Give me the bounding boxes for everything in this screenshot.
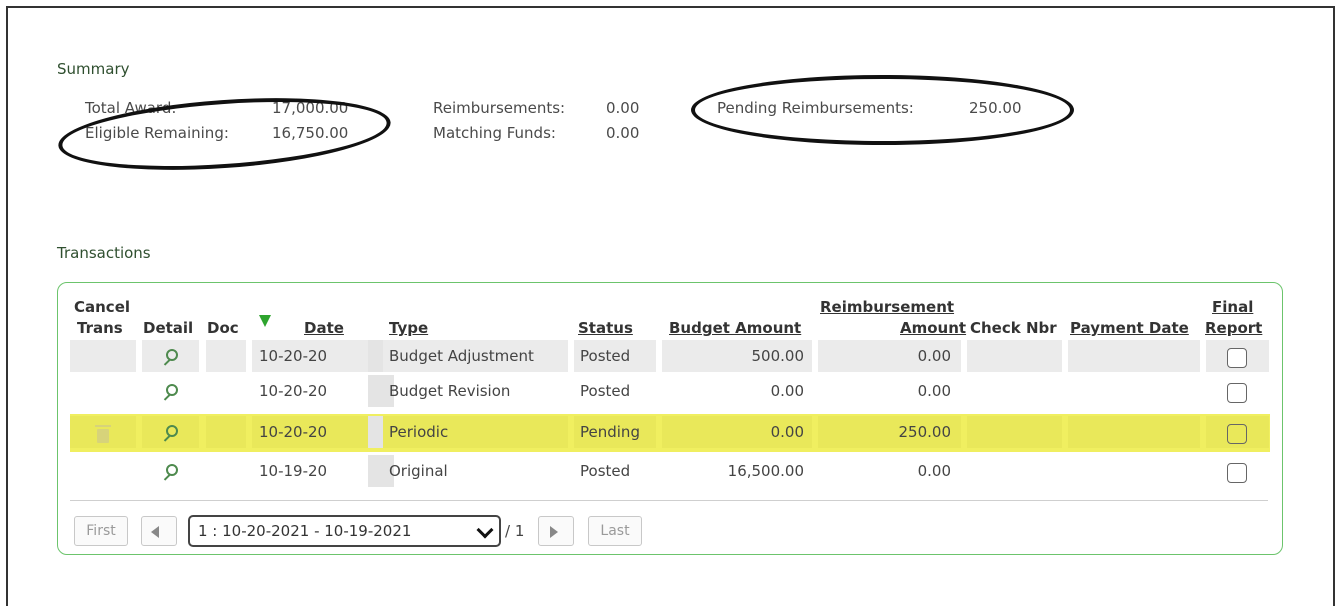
date-cell: 10-20-20 (252, 416, 377, 448)
reimbursement-amount-cell: 250.00 (818, 416, 961, 448)
budget-amount-cell: 0.00 (662, 416, 812, 448)
header-status[interactable]: Status (578, 318, 633, 339)
next-page-button[interactable] (538, 516, 574, 546)
header-reimbursement-line2[interactable]: Amount (900, 318, 966, 339)
reimbursement-amount-cell: 0.00 (818, 340, 961, 372)
arrow-left-icon (151, 526, 159, 538)
detail-cell (142, 416, 199, 448)
status-cell: Posted (574, 340, 656, 372)
header-final-line1[interactable]: Final (1212, 297, 1253, 318)
cancel-cell (70, 340, 136, 372)
matching-funds-value: 0.00 (606, 124, 640, 142)
type-cell: Periodic (383, 416, 568, 448)
check-nbr-cell (967, 416, 1062, 448)
type-cell: Budget Adjustment (383, 340, 568, 372)
status-cell: Pending (574, 416, 656, 448)
annotation-ellipse-pending (691, 75, 1074, 145)
final-report-cell (1206, 416, 1269, 448)
last-page-button[interactable]: Last (588, 516, 642, 546)
prev-page-button[interactable] (141, 516, 177, 546)
trash-icon[interactable] (95, 425, 111, 443)
header-type[interactable]: Type (389, 318, 428, 339)
date-cell: 10-19-20 (259, 462, 328, 480)
magnifier-icon[interactable] (166, 464, 178, 476)
detail-cell (142, 455, 199, 487)
matching-funds-label: Matching Funds: (433, 124, 556, 142)
budget-amount-cell: 16,500.00 (727, 462, 804, 480)
reimbursements-label: Reimbursements: (433, 99, 566, 117)
payment-date-cell (1068, 340, 1200, 372)
status-cell: Posted (580, 382, 631, 400)
magnifier-icon[interactable] (166, 425, 178, 437)
header-payment-date[interactable]: Payment Date (1070, 318, 1189, 339)
reimbursements-value: 0.00 (606, 99, 640, 117)
page-select[interactable]: 1 : 10-20-2021 - 10-19-2021 (188, 515, 501, 547)
header-budget-amount[interactable]: Budget Amount (669, 318, 801, 339)
header-doc: Doc (207, 319, 239, 337)
final-report-checkbox[interactable] (1227, 383, 1247, 403)
cancel-cell (70, 416, 136, 448)
doc-cell (206, 340, 246, 372)
detail-cell (142, 375, 199, 407)
final-report-checkbox[interactable] (1227, 348, 1247, 368)
header-date[interactable]: Date (304, 318, 344, 339)
header-cancel-line1: Cancel (74, 298, 131, 316)
doc-cell (206, 416, 246, 448)
reimbursement-amount-cell: 0.00 (917, 462, 951, 480)
header-cancel-line2: Trans (77, 319, 123, 337)
arrow-right-icon (550, 526, 558, 538)
type-cell: Original (389, 462, 448, 480)
first-page-button[interactable]: First (74, 516, 128, 546)
final-report-cell (1206, 340, 1269, 372)
header-check-nbr: Check Nbr (970, 319, 1057, 337)
table-row: 10-20-20 Budget Revision Posted 0.00 0.0… (70, 375, 1270, 409)
summary-title: Summary (57, 60, 130, 78)
date-cell: 10-20-20 (259, 382, 328, 400)
date-cell: 10-20-20 (252, 340, 377, 372)
final-report-cell (1206, 375, 1269, 407)
header-reimbursement-line1[interactable]: Reimbursement (820, 297, 954, 318)
page-select-value: 1 : 10-20-2021 - 10-19-2021 (198, 522, 412, 540)
final-report-checkbox[interactable] (1227, 463, 1247, 483)
grid-divider (70, 500, 1268, 501)
magnifier-icon[interactable] (166, 384, 178, 396)
detail-cell (142, 340, 199, 372)
budget-amount-cell: 0.00 (770, 382, 804, 400)
header-detail: Detail (143, 319, 194, 337)
final-report-cell (1206, 455, 1269, 487)
reimbursement-amount-cell: 0.00 (917, 382, 951, 400)
check-nbr-cell (967, 340, 1062, 372)
transactions-title: Transactions (57, 244, 151, 262)
table-row: 10-19-20 Original Posted 16,500.00 0.00 (70, 455, 1270, 489)
status-cell: Posted (580, 462, 631, 480)
type-cell: Budget Revision (389, 382, 511, 400)
budget-amount-cell: 500.00 (662, 340, 812, 372)
page-total: / 1 (505, 522, 525, 540)
header-final-line2[interactable]: Report (1205, 318, 1262, 339)
magnifier-icon[interactable] (166, 349, 178, 361)
table-row: 10-20-20 Budget Adjustment Posted 500.00… (70, 340, 1270, 374)
final-report-checkbox[interactable] (1227, 424, 1247, 444)
payment-date-cell (1068, 416, 1200, 448)
table-row-highlighted: 10-20-20 Periodic Pending 0.00 250.00 (70, 414, 1270, 452)
sort-desc-icon[interactable] (259, 315, 271, 327)
chevron-down-icon (476, 521, 494, 539)
